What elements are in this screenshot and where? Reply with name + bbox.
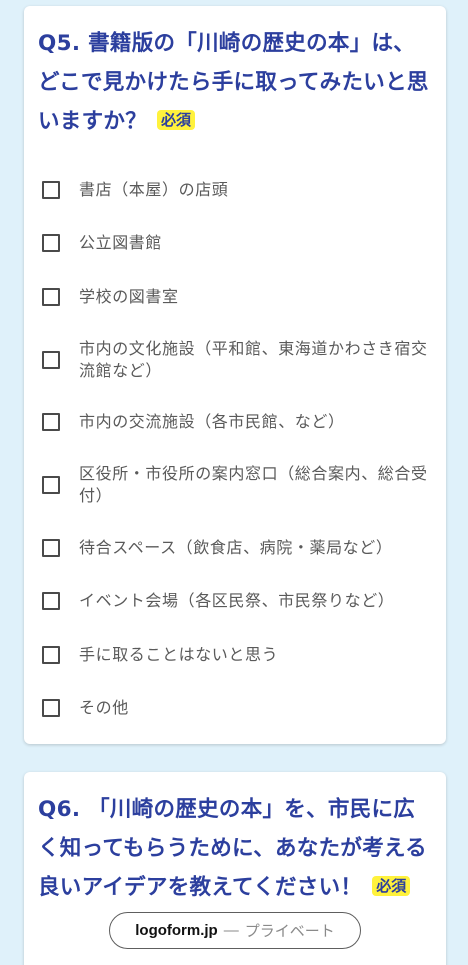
checkbox-label: その他 <box>79 698 129 718</box>
checkbox[interactable] <box>42 592 60 611</box>
checkbox-option[interactable]: 書店（本屋）の店頭 <box>38 163 432 217</box>
question-card-q5: Q5. 書籍版の「川崎の歴史の本」は、どこで見かけたら手に取ってみたいと思います… <box>24 6 446 744</box>
checkbox-label: 市内の交流施設（各市民館、など） <box>79 412 345 432</box>
toast-privacy-label: プライベート <box>244 923 335 940</box>
question-title-q6: Q6. 「川崎の歴史の本」を、市民に広く知ってもらうために、あなたが考える良いア… <box>38 790 432 907</box>
form-page: Q5. 書籍版の「川崎の歴史の本」は、どこで見かけたら手に取ってみたいと思います… <box>0 0 468 965</box>
checkbox-option[interactable]: イベント会場（各区民祭、市民祭りなど） <box>38 575 432 629</box>
checkbox-label: 書店（本屋）の店頭 <box>79 179 229 199</box>
required-badge: 必須 <box>157 110 196 130</box>
checkbox-option[interactable]: 市内の交流施設（各市民館、など） <box>38 396 432 450</box>
checkbox[interactable] <box>42 234 60 253</box>
required-badge: 必須 <box>372 876 411 896</box>
checkbox-option[interactable]: 市内の文化施設（平和館、東海道かわさき宿交流館など） <box>38 324 432 396</box>
checkbox-label: 区役所・市役所の案内窓口（総合案内、総合受付） <box>79 464 428 505</box>
checkbox[interactable] <box>42 699 60 718</box>
checkbox[interactable] <box>42 287 60 306</box>
question-text-q6: Q6. 「川崎の歴史の本」を、市民に広く知ってもらうために、あなたが考える良いア… <box>38 797 427 900</box>
question-title-q5: Q5. 書籍版の「川崎の歴史の本」は、どこで見かけたら手に取ってみたいと思います… <box>38 24 432 141</box>
checkbox-label: 待合スペース（飲食店、病院・薬局など） <box>79 537 393 557</box>
checkbox-option[interactable]: 公立図書館 <box>38 217 432 271</box>
checkbox[interactable] <box>42 538 60 557</box>
privacy-toast[interactable]: logoform.jp — プライベート <box>109 912 361 949</box>
checkbox-label: イベント会場（各区民祭、市民祭りなど） <box>79 591 395 611</box>
checkbox[interactable] <box>42 476 60 494</box>
checkbox-option[interactable]: 手に取ることはないと思う <box>38 628 432 682</box>
question-text-q5: Q5. 書籍版の「川崎の歴史の本」は、どこで見かけたら手に取ってみたいと思います… <box>38 31 429 134</box>
checkbox-label: 手に取ることはないと思う <box>79 644 279 664</box>
checkbox-label: 学校の図書室 <box>79 286 179 306</box>
checkbox-list-q5: 書店（本屋）の店頭 公立図書館 学校の図書室 市内の文化施設（平和館、東海道かわ… <box>38 163 432 735</box>
checkbox[interactable] <box>42 180 60 199</box>
checkbox[interactable] <box>42 645 60 664</box>
checkbox-option[interactable]: 学校の図書室 <box>38 270 432 324</box>
checkbox-label: 市内の文化施設（平和館、東海道かわさき宿交流館など） <box>79 338 428 380</box>
checkbox-option[interactable]: 区役所・市役所の案内窓口（総合案内、総合受付） <box>38 449 432 521</box>
checkbox-option[interactable]: その他 <box>38 682 432 736</box>
checkbox[interactable] <box>42 413 60 432</box>
checkbox[interactable] <box>42 350 60 369</box>
checkbox-label: 公立図書館 <box>79 233 163 253</box>
checkbox-option[interactable]: 待合スペース（飲食店、病院・薬局など） <box>38 521 432 575</box>
toast-brand: logoform.jp <box>135 922 218 939</box>
toast-separator: — <box>223 922 239 939</box>
